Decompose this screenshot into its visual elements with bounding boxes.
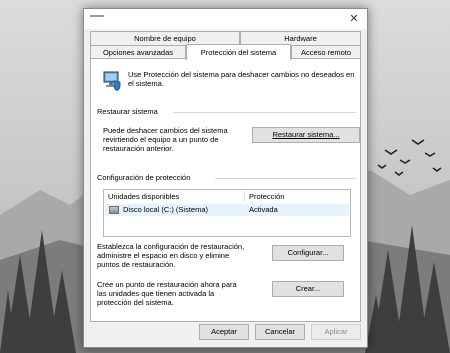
column-header-protection[interactable]: Protección	[245, 190, 345, 203]
drive-name: Disco local (C:) (Sistema)	[123, 205, 209, 214]
title-bar[interactable]: ✕	[84, 9, 367, 29]
ok-button[interactable]: Aceptar	[199, 324, 249, 340]
configure-description: Establezca la configuración de restaurac…	[97, 242, 245, 269]
create-description: Cree un punto de restauración ahora para…	[97, 280, 237, 307]
close-button[interactable]: ✕	[347, 12, 361, 26]
hard-drive-icon	[109, 206, 119, 214]
apply-button[interactable]: Aplicar	[311, 324, 361, 340]
tab-computer-name[interactable]: Nombre de equipo	[90, 31, 240, 45]
list-item[interactable]: Disco local (C:) (Sistema) Activada	[105, 204, 349, 216]
configure-button[interactable]: Configurar...	[272, 245, 344, 261]
protection-section-divider	[215, 178, 356, 179]
restore-section-title: Restaurar sistema	[97, 107, 158, 116]
computer-shield-icon	[103, 71, 121, 91]
tab-hardware[interactable]: Hardware	[240, 31, 361, 45]
system-protection-panel: Use Protección del sistema para deshacer…	[90, 58, 361, 322]
drive-protection-status: Activada	[249, 205, 278, 214]
tab-system-protection[interactable]: Protección del sistema	[186, 44, 291, 60]
window-title	[90, 15, 104, 17]
restore-button-label: Restaurar sistema...	[272, 130, 340, 139]
system-properties-dialog: ✕ Nombre de equipo Hardware Opciones ava…	[83, 8, 368, 348]
cancel-button[interactable]: Cancelar	[255, 324, 305, 340]
intro-text: Use Protección del sistema para deshacer…	[128, 70, 355, 88]
restore-system-button[interactable]: Restaurar sistema...	[252, 127, 360, 143]
column-header-drives[interactable]: Unidades disponibles	[104, 190, 244, 203]
birds	[377, 139, 442, 176]
protection-section-title: Configuración de protección	[97, 173, 191, 182]
tab-advanced-options[interactable]: Opciones avanzadas	[90, 45, 186, 59]
restore-description: Puede deshacer cambios del sistema revir…	[103, 126, 228, 153]
create-button[interactable]: Crear...	[272, 281, 344, 297]
drives-list[interactable]: Unidades disponibles Protección Disco lo…	[103, 189, 351, 237]
tab-remote-access[interactable]: Acceso remoto	[291, 45, 361, 59]
restore-section-divider	[173, 112, 356, 113]
